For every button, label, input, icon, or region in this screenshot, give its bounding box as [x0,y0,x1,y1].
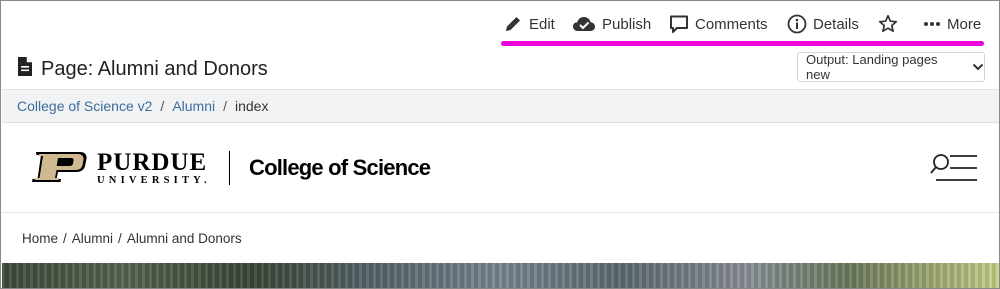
comments-button[interactable]: Comments [669,14,768,34]
search-menu-icon[interactable] [930,153,978,188]
breadcrumb-current: index [235,98,269,114]
breadcrumb-link-alumni[interactable]: Alumni [172,98,215,114]
breadcrumb-link-site[interactable]: College of Science v2 [17,98,152,114]
output-select[interactable]: Output: Landing pages new [797,52,985,82]
comment-icon [669,14,689,34]
cms-breadcrumb: College of Science v2 / Alumni / index [2,89,999,123]
details-label: Details [813,15,859,33]
publish-label: Publish [602,15,652,33]
purdue-wordmark[interactable]: PURDUE UNIVERSITY. [97,150,211,187]
breadcrumb-separator: / [160,98,165,114]
pencil-icon [503,14,523,34]
output-select-label: Output: Landing pages new [806,52,938,82]
site-header: PURDUE UNIVERSITY. College of Science [2,123,999,213]
toolbar-highlight-underline [501,41,984,46]
more-dots-icon [923,14,941,34]
star-icon [878,14,898,34]
college-name[interactable]: College of Science [249,155,431,181]
site-breadcrumb-current: Alumni and Donors [126,231,242,246]
page-title-text: Page: Alumni and Donors [41,58,268,80]
edit-button[interactable]: Edit [503,14,555,34]
edit-label: Edit [529,15,555,33]
info-icon [787,14,807,34]
comments-label: Comments [695,15,768,33]
purdue-p-logo-icon[interactable] [28,151,88,188]
hero-image [2,263,999,288]
favorite-button[interactable] [878,14,898,34]
site-breadcrumb-alumni[interactable]: Alumni [72,231,113,246]
document-icon [17,56,33,83]
details-button[interactable]: Details [787,14,859,34]
more-label: More [947,15,982,33]
publish-button[interactable]: Publish [572,14,651,34]
purdue-wordmark-line1: PURDUE [97,149,208,176]
purdue-wordmark-line2: UNIVERSITY. [97,175,211,186]
site-breadcrumb: Home / Alumni / Alumni and Donors [22,231,242,246]
cloud-check-icon [572,14,596,34]
breadcrumb-separator: / [118,231,122,246]
page-title: Page: Alumni and Donors [17,56,268,83]
breadcrumb-separator: / [63,231,67,246]
site-breadcrumb-home[interactable]: Home [22,231,58,246]
cms-preview-frame: Edit Publish Comments Details More Page:… [0,0,1000,289]
breadcrumb-separator: / [223,98,227,114]
logo-divider [229,151,230,185]
more-button[interactable]: More [923,14,981,34]
chevron-down-icon [972,60,984,75]
